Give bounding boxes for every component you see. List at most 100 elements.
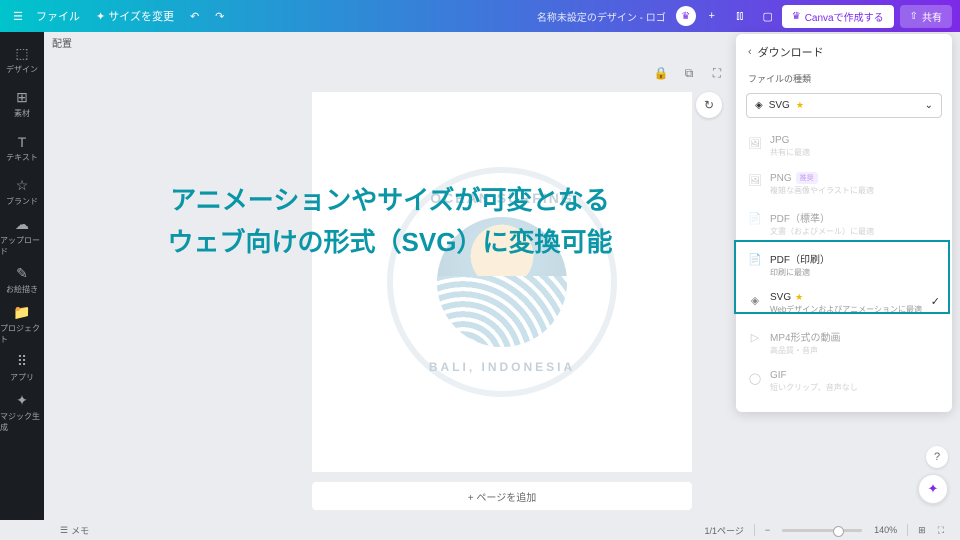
format-desc: 高品質・音声 xyxy=(770,345,940,356)
magic-button[interactable]: ✦ xyxy=(918,474,948,504)
format-icon: 🖼 xyxy=(748,173,762,187)
file-menu[interactable]: ファイル xyxy=(28,8,88,24)
format-desc: 印刷に最適 xyxy=(770,267,940,278)
check-icon: ✓ xyxy=(931,295,940,308)
download-title: ダウンロード xyxy=(758,44,824,60)
nav-icon: 📁 xyxy=(13,304,30,321)
nav-icon: T xyxy=(18,134,27,150)
format-name: SVG ★ xyxy=(770,292,940,303)
nav-item-6[interactable]: 📁 プロジェクト xyxy=(0,302,44,346)
logo-wave-graphic xyxy=(437,217,567,347)
nav-item-1[interactable]: ⊞ 素材 xyxy=(0,82,44,126)
format-name: GIF xyxy=(770,370,940,381)
resize-menu[interactable]: ✦ サイズを変更 xyxy=(88,8,182,24)
logo-text-bottom: BALI, INDONESIA xyxy=(402,360,602,374)
design-title[interactable]: 名称未設定のデザイン - ロゴ xyxy=(232,9,673,24)
nav-item-8[interactable]: ✦マジック生成 xyxy=(0,390,44,434)
format-item-PDF（標準）[interactable]: 📄PDF（標準）文書（およびメール）に最適 xyxy=(736,203,952,244)
nav-icon: ✎ xyxy=(16,265,28,282)
format-item-PDF（印刷）[interactable]: 📄 PDF（印刷）印刷に最適 xyxy=(736,244,952,285)
format-item-SVG[interactable]: ◈ SVG ★Webデザインおよびアニメーションに最適✓ xyxy=(736,285,952,322)
format-icon: 📄 xyxy=(748,252,762,266)
logo-graphic[interactable]: OCEAN SURFING BALI, INDONESIA xyxy=(387,167,617,397)
nav-item-7[interactable]: ⠿ アプリ xyxy=(0,346,44,390)
nav-label: プロジェクト xyxy=(0,323,44,345)
format-desc: Webデザインおよびアニメーションに最適 xyxy=(770,304,940,315)
zoom-out-icon[interactable]: − xyxy=(759,525,776,535)
format-name: PDF（印刷） xyxy=(770,251,940,266)
page-indicator[interactable]: 1/1ページ xyxy=(699,524,750,537)
format-desc: 共有に最適 xyxy=(770,147,940,158)
format-item-PNG[interactable]: 🖼 PNG 推奨複雑な画像やイラストに最適 xyxy=(736,165,952,203)
create-button[interactable]: ♛Canvaで作成する xyxy=(782,5,894,28)
format-name: JPG xyxy=(770,135,940,146)
crown-icon[interactable]: ♛ xyxy=(676,6,696,26)
nav-label: お絵描き xyxy=(6,284,38,295)
canvas-tools: 🔒 ⧉ ⛶ xyxy=(650,62,728,84)
badge: 推奨 xyxy=(796,172,818,184)
logo-text-top: OCEAN SURFING xyxy=(402,190,602,206)
svg-icon: ◈ xyxy=(755,100,763,111)
nav-icon: ⊞ xyxy=(16,89,28,106)
download-panel: ‹ ダウンロード ファイルの種類 ◈SVG★ ⌄ 🖼 JPG共有に最適 🖼 PNG 推… xyxy=(736,34,952,412)
expand-icon[interactable]: ⛶ xyxy=(706,62,728,84)
left-sidebar: ⬚デザイン ⊞ 素材 T テキスト ☆ ブランド ☁ アップロード ✎ お絵描き 📁 プロジェクト ⠿ アプ… xyxy=(0,32,44,520)
nav-label: アップロード xyxy=(0,235,44,257)
hamburger-icon[interactable]: ☰ xyxy=(8,10,28,23)
memo-icon: ☰ xyxy=(60,525,68,536)
sub-toolbar: 配置 xyxy=(44,32,80,52)
format-icon: ▷ xyxy=(748,330,762,344)
format-icon: ◯ xyxy=(748,371,762,385)
format-icon: 🖼 xyxy=(748,136,762,150)
format-item-MP4形式の動画[interactable]: ▷ MP4形式の動画高品質・音声 xyxy=(736,322,952,363)
refresh-button[interactable]: ↻ xyxy=(696,92,722,118)
format-icon: ◈ xyxy=(748,293,762,307)
position-label[interactable]: 配置 xyxy=(52,35,72,50)
nav-label: ブランド xyxy=(6,196,38,207)
present-icon[interactable]: ▢ xyxy=(756,4,780,28)
format-name: PDF（標準） xyxy=(770,210,940,225)
duplicate-icon[interactable]: ⧉ xyxy=(678,62,700,84)
format-item-GIF[interactable]: ◯ GIF短いクリップ、音声なし xyxy=(736,363,952,400)
undo-icon[interactable]: ↶ xyxy=(182,10,207,23)
format-name: PNG 推奨 xyxy=(770,172,940,184)
nav-label: 素材 xyxy=(14,108,30,119)
redo-icon[interactable]: ↷ xyxy=(207,10,232,23)
nav-label: アプリ xyxy=(10,372,34,383)
memo-button[interactable]: ☰メモ xyxy=(54,524,95,537)
nav-item-2[interactable]: T テキスト xyxy=(0,126,44,170)
zoom-value[interactable]: 140% xyxy=(868,525,903,535)
lock-icon[interactable]: 🔒 xyxy=(650,62,672,84)
format-item-JPG[interactable]: 🖼 JPG共有に最適 xyxy=(736,128,952,165)
format-desc: 短いクリップ、音声なし xyxy=(770,382,940,393)
format-name: MP4形式の動画 xyxy=(770,329,940,344)
format-desc: 文書（およびメール）に最適 xyxy=(770,226,940,237)
filetype-label: ファイルの種類 xyxy=(736,68,952,89)
zoom-slider[interactable] xyxy=(782,529,862,532)
nav-label: テキスト xyxy=(6,152,38,163)
design-page[interactable]: OCEAN SURFING BALI, INDONESIA xyxy=(312,92,692,472)
back-icon[interactable]: ‹ xyxy=(748,46,752,58)
nav-item-5[interactable]: ✎ お絵描き xyxy=(0,258,44,302)
nav-item-3[interactable]: ☆ ブランド xyxy=(0,170,44,214)
nav-item-4[interactable]: ☁ アップロード xyxy=(0,214,44,258)
format-desc: 複雑な画像やイラストに最適 xyxy=(770,185,940,196)
nav-icon: ☆ xyxy=(16,177,29,194)
help-button[interactable]: ? xyxy=(926,446,948,468)
fullscreen-icon[interactable]: ⛶ xyxy=(932,525,950,536)
format-list: 🖼JPG共有に最適🖼PNG 推奨複雑な画像やイラストに最適📄PDF（標準）文書（… xyxy=(736,126,952,402)
filetype-select[interactable]: ◈SVG★ ⌄ xyxy=(746,93,942,118)
analytics-icon[interactable]: ⫾⫾ xyxy=(728,4,752,28)
star-icon: ★ xyxy=(795,292,803,303)
add-page-button[interactable]: + ページを追加 xyxy=(312,482,692,510)
nav-icon: ⠿ xyxy=(17,353,27,370)
nav-label: マジック生成 xyxy=(0,411,44,433)
nav-label: デザイン xyxy=(6,64,38,75)
nav-item-0[interactable]: ⬚デザイン xyxy=(0,38,44,82)
grid-view-icon[interactable]: ⊞ xyxy=(912,525,932,536)
share-button[interactable]: ⇧共有 xyxy=(900,5,952,28)
nav-icon: ☁ xyxy=(15,216,29,233)
bottom-bar: ☰メモ 1/1ページ − 140% ⊞ ⛶ xyxy=(44,520,960,540)
plus-icon[interactable]: + xyxy=(700,4,724,28)
topbar: ☰ ファイル ✦ サイズを変更 ↶ ↷ 名称未設定のデザイン - ロゴ ♛ + … xyxy=(0,0,960,32)
